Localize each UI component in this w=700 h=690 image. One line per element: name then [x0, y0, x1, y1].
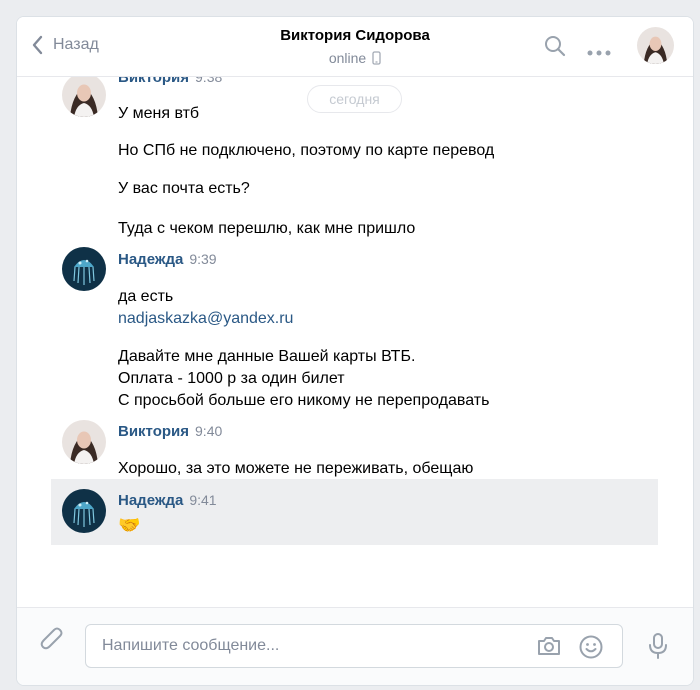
- message-text: Хорошо, за это можете не переживать, обе…: [118, 460, 474, 477]
- selected-message-highlight[interactable]: [51, 479, 658, 545]
- avatar[interactable]: [62, 420, 106, 464]
- author-name[interactable]: Виктория: [118, 423, 189, 440]
- attach-button[interactable]: [39, 626, 65, 659]
- date-divider: сегодня: [307, 85, 402, 113]
- chevron-left-icon: [32, 35, 43, 55]
- message-text: Туда с чеком перешлю, как мне пришло: [118, 220, 416, 237]
- contact-avatar[interactable]: [637, 27, 674, 64]
- message-text: С просьбой больше его никому не перепрод…: [118, 392, 490, 409]
- avatar[interactable]: [62, 489, 106, 533]
- conversation-title: Виктория Сидорова: [280, 27, 430, 44]
- author-name[interactable]: Надежда: [118, 492, 183, 509]
- handshake-emoji: 🤝: [118, 515, 141, 535]
- search-icon: [545, 36, 566, 57]
- email-link[interactable]: nadjaskazka@yandex.ru: [118, 308, 293, 330]
- paperclip-icon: [40, 627, 63, 650]
- search-button[interactable]: [544, 35, 566, 62]
- message-header: Виктория 9:40: [118, 423, 222, 440]
- message-text: У меня втб: [118, 105, 200, 122]
- message-header: Надежда 9:39: [118, 251, 217, 268]
- message-input[interactable]: [102, 625, 522, 667]
- message-time: 9:41: [189, 492, 217, 508]
- status-text: online: [328, 50, 367, 66]
- microphone-icon: [649, 633, 667, 659]
- message-input-box[interactable]: [85, 624, 623, 668]
- back-button[interactable]: Назад: [31, 35, 99, 55]
- message-text: Но СПб не подключено, поэтому по карте п…: [118, 142, 495, 159]
- message-list[interactable]: Виктория 9:38 У меня втб Но СПб не подклю…: [17, 17, 693, 607]
- avatar[interactable]: [62, 73, 106, 117]
- chat-window: Назад Виктория Сидорова online Виктория …: [16, 16, 694, 686]
- author-name[interactable]: Надежда: [118, 251, 183, 268]
- voice-message-button[interactable]: [647, 632, 669, 665]
- online-status: online: [329, 50, 381, 66]
- camera-icon: [538, 637, 560, 655]
- more-dots-icon: [587, 50, 611, 56]
- chat-header: Назад Виктория Сидорова online: [17, 17, 693, 77]
- message-text: У вас почта есть?: [118, 180, 250, 197]
- mobile-phone-icon: [372, 51, 381, 65]
- message-header: Надежда 9:41: [118, 492, 217, 509]
- camera-button[interactable]: [536, 634, 562, 663]
- avatar-jellyfish-image: [62, 489, 106, 533]
- avatar-jellyfish-image: [62, 247, 106, 291]
- avatar[interactable]: [62, 247, 106, 291]
- message-text: да есть: [118, 288, 174, 305]
- smile-icon: [579, 635, 603, 659]
- message-text: Давайте мне данные Вашей карты ВТБ.: [118, 348, 416, 365]
- message-text: Оплата - 1000 р за один билет: [118, 370, 345, 387]
- back-label: Назад: [53, 36, 99, 53]
- avatar-photo-viktoria: [637, 27, 674, 64]
- message-time: 9:40: [195, 423, 223, 439]
- emoji-button[interactable]: [578, 634, 604, 665]
- avatar-photo-viktoria: [62, 73, 106, 117]
- message-time: 9:39: [189, 251, 217, 267]
- more-button[interactable]: [587, 43, 611, 61]
- message-composer: [17, 607, 693, 685]
- avatar-photo-viktoria: [62, 420, 106, 464]
